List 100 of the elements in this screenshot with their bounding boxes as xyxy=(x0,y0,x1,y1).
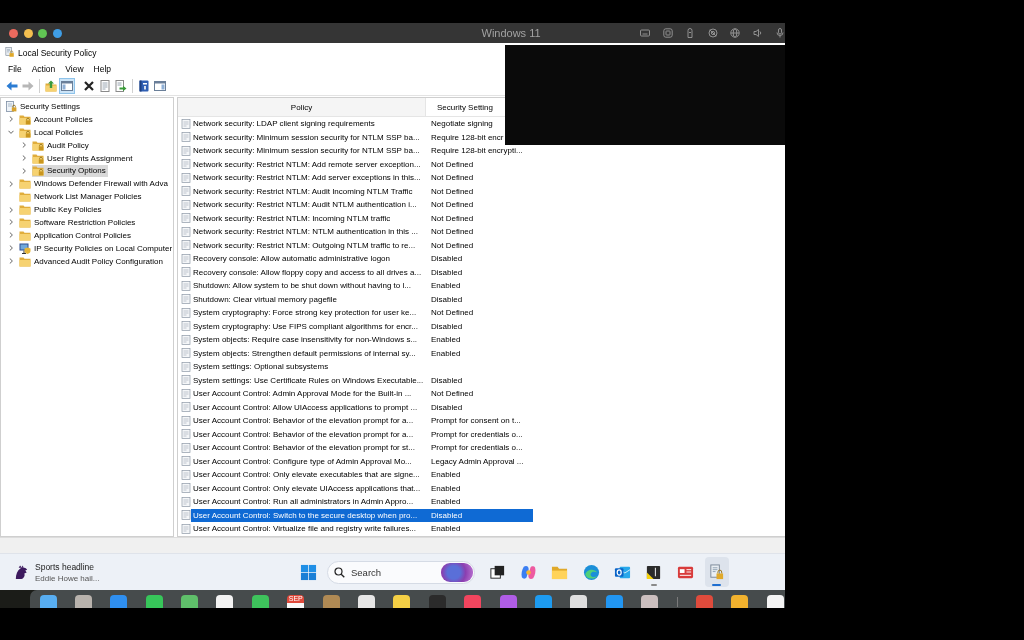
column-header[interactable]: Policy xyxy=(178,98,426,116)
tree-item[interactable]: Account Policies xyxy=(19,113,95,126)
speaker-icon[interactable] xyxy=(752,28,763,38)
dock-app-icon[interactable] xyxy=(181,595,199,608)
headline-text[interactable]: Eddie Howe hail... xyxy=(35,573,100,583)
table-cell-text: User Account Control: Behavior of the elevation prompt for st... xyxy=(192,442,416,455)
tree-item[interactable]: Network List Manager Policies xyxy=(19,190,144,203)
table-cell-text: Enabled xyxy=(430,348,461,358)
globe-icon[interactable] xyxy=(730,28,740,38)
document-lock-icon xyxy=(5,100,17,112)
note-icon xyxy=(645,563,663,581)
table-cell-text: Disabled xyxy=(430,294,463,304)
chevron-right-icon[interactable] xyxy=(21,167,27,174)
document-icon xyxy=(181,199,191,210)
dock-app-icon[interactable] xyxy=(641,595,659,608)
search-bar[interactable]: Search xyxy=(327,560,475,584)
dock-app-icon[interactable] xyxy=(393,595,411,608)
chevron-right-icon[interactable] xyxy=(8,232,14,239)
column-header[interactable]: Security Setting xyxy=(426,98,504,116)
dock-app-icon[interactable] xyxy=(731,595,749,608)
chevron-right-icon[interactable] xyxy=(8,258,14,265)
tree-item[interactable]: Software Restriction Policies xyxy=(19,216,138,229)
dock-app-icon[interactable] xyxy=(766,595,784,608)
table-cell-text: Require 128-bit encr xyxy=(430,132,504,142)
document-icon xyxy=(181,294,191,305)
window-title: Local Security Policy xyxy=(18,47,97,58)
tree-item[interactable]: Security Settings xyxy=(5,100,83,113)
chevron-down-icon[interactable] xyxy=(8,129,14,136)
folder-icon xyxy=(19,229,31,241)
right-arrow-icon xyxy=(22,79,34,92)
document-icon xyxy=(181,469,191,480)
document-icon xyxy=(181,267,191,278)
document-icon xyxy=(181,172,191,183)
table-cell-text: Enabled xyxy=(430,470,461,480)
menu-item[interactable]: View xyxy=(60,63,89,75)
frame-icon[interactable] xyxy=(662,28,673,38)
tree-item[interactable]: Windows Defender Firewall with Adva xyxy=(19,177,170,190)
dock-app-icon[interactable] xyxy=(145,595,163,608)
menu-item[interactable]: Help xyxy=(88,63,117,75)
tree-item[interactable]: IP Security Policies on Local Computer xyxy=(19,242,173,255)
tree-item[interactable]: Audit Policy xyxy=(32,139,91,152)
round-button[interactable] xyxy=(52,28,62,38)
chevron-right-icon[interactable] xyxy=(8,219,14,226)
table-cell-text: Network security: Restrict NTLM: Outgoing NTLM traffic to re... xyxy=(192,239,417,252)
table-cell-text: Shutdown: Clear virtual memory pagefile xyxy=(192,293,339,306)
table-cell-text: Network security: Restrict NTLM: Add remote server exception... xyxy=(192,158,422,171)
dock-app-icon[interactable] xyxy=(74,595,92,608)
close-button[interactable] xyxy=(9,28,18,38)
document-lock-icon xyxy=(4,47,15,58)
dock-app-icon[interactable] xyxy=(251,595,269,608)
chevron-right-icon[interactable] xyxy=(8,245,14,252)
document-icon xyxy=(181,132,191,143)
table-cell-text: User Account Control: Behavior of the elevation prompt for a... xyxy=(192,415,415,428)
table-cell-text: Recovery console: Allow automatic administrative logon xyxy=(192,253,391,266)
export-button[interactable] xyxy=(113,77,129,94)
search-field[interactable]: Search xyxy=(351,566,421,578)
menu-item[interactable]: File xyxy=(3,63,27,75)
keyboard-icon[interactable] xyxy=(640,28,650,38)
table-cell-text: Network security: Minimum session security for NTLM SSP ba... xyxy=(192,131,421,144)
start-button[interactable] xyxy=(298,562,318,582)
microphone-icon[interactable] xyxy=(775,28,785,38)
tree-item[interactable]: Security Options xyxy=(32,164,108,177)
menu-item[interactable]: Action xyxy=(26,63,61,75)
zoom-button[interactable] xyxy=(38,28,47,38)
document-icon xyxy=(181,496,191,507)
dock-app-icon[interactable] xyxy=(570,595,588,608)
table-cell-text: Not Defined xyxy=(430,213,474,223)
locked-folder-icon xyxy=(19,113,31,125)
table-cell-text: Not Defined xyxy=(430,308,474,318)
emblem-icon[interactable] xyxy=(13,563,30,581)
dock-app-icon[interactable] xyxy=(39,595,57,608)
dock-app-icon[interactable] xyxy=(216,595,234,608)
tree-item[interactable]: Local Policies xyxy=(19,126,85,139)
start-icon xyxy=(299,563,317,581)
highlight-picture xyxy=(441,562,473,582)
document-icon xyxy=(181,510,191,521)
tree-item[interactable]: Public Key Policies xyxy=(19,203,104,216)
slashed-circle-icon[interactable] xyxy=(707,28,718,38)
usb-drive-icon[interactable] xyxy=(685,28,695,38)
tree-item[interactable]: Advanced Audit Policy Configuration xyxy=(19,255,165,268)
tree-item[interactable]: User Rights Assignment xyxy=(32,152,135,164)
document-icon xyxy=(181,280,191,291)
circle-swirl-icon xyxy=(582,563,600,581)
tree-item[interactable]: Application Control Policies xyxy=(19,229,133,242)
left-panel-icon xyxy=(61,79,73,92)
chevron-right-icon[interactable] xyxy=(21,155,27,161)
search-icon xyxy=(334,566,345,578)
dock-app-icon[interactable] xyxy=(358,595,375,608)
chevron-right-icon[interactable] xyxy=(8,116,14,123)
headline-title[interactable]: Sports headline xyxy=(35,561,95,572)
document-icon xyxy=(181,213,191,224)
minimize-button[interactable] xyxy=(23,28,33,38)
chevron-right-icon[interactable] xyxy=(8,206,14,213)
tree-toggle-button[interactable] xyxy=(59,77,75,94)
document-icon xyxy=(181,240,191,251)
chevron-right-icon[interactable] xyxy=(21,142,27,149)
document-icon xyxy=(181,186,191,197)
chevron-right-icon[interactable] xyxy=(8,180,14,187)
delete-icon xyxy=(83,79,95,92)
table-cell-text: Disabled xyxy=(430,254,463,264)
